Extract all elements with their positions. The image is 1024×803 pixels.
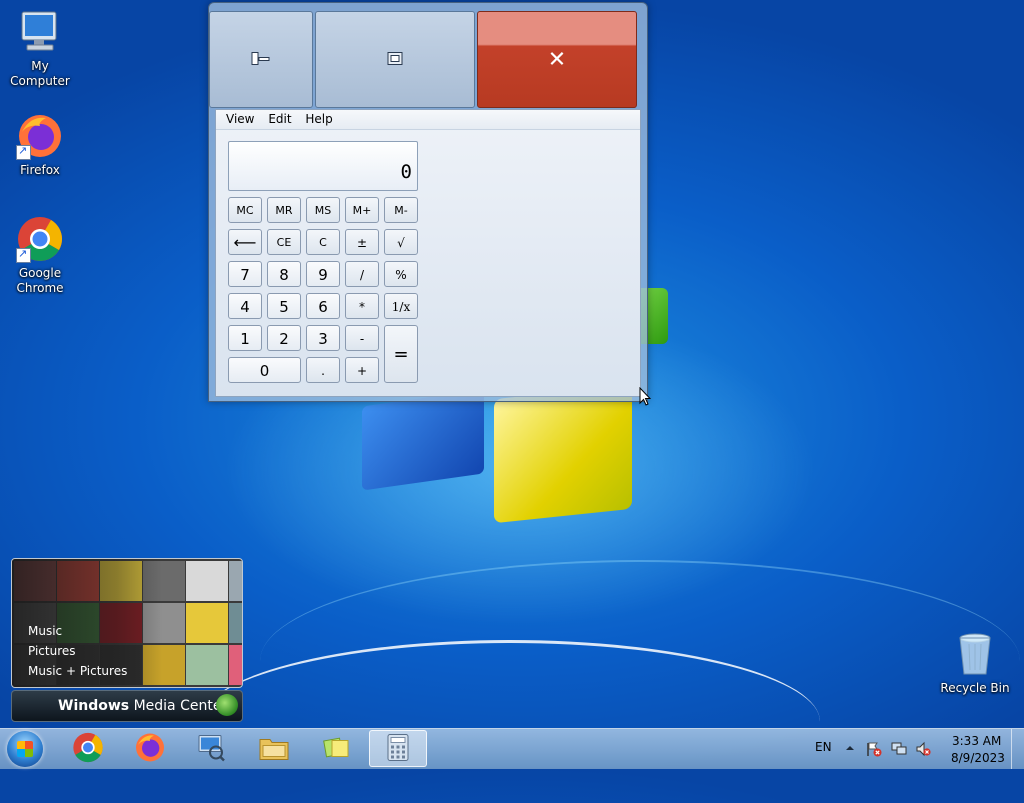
show-desktop-button[interactable]	[1011, 729, 1024, 769]
desktop-icon-my-computer[interactable]: My Computer	[0, 8, 80, 89]
mc-button[interactable]: MC	[228, 197, 262, 223]
show-hidden-icons-icon[interactable]	[845, 742, 855, 752]
media-tile	[229, 645, 242, 685]
media-tile	[186, 603, 228, 643]
close-icon: ✕	[547, 47, 567, 72]
media-menu-music-pictures[interactable]: Music + Pictures	[28, 661, 127, 681]
digit-5-button[interactable]: 5	[267, 293, 301, 319]
taskbar-chrome[interactable]	[59, 730, 117, 767]
chrome-icon	[72, 731, 104, 766]
clock-date[interactable]: 8/9/2023	[951, 751, 1005, 765]
chrome-icon	[16, 215, 64, 263]
start-button[interactable]	[7, 731, 43, 767]
firefox-icon	[16, 112, 64, 160]
menu-help[interactable]: Help	[301, 110, 336, 128]
add-button[interactable]: +	[345, 357, 379, 383]
digit-3-button[interactable]: 3	[306, 325, 340, 351]
desktop-icon-label: Firefox	[20, 163, 60, 177]
desktop-icon-label: Recycle Bin	[940, 681, 1010, 695]
media-center-gadget[interactable]: Music Pictures Music + Pictures	[11, 558, 243, 688]
square-root-button[interactable]: √	[384, 229, 418, 255]
desktop-icon-label: Google Chrome	[16, 266, 64, 295]
shortcut-arrow-icon	[16, 143, 31, 160]
media-center-title-rest: Media Center	[129, 698, 228, 714]
taskbar-network-monitor[interactable]	[182, 730, 240, 767]
taskbar-calculator[interactable]	[369, 730, 427, 767]
media-center-logo-icon[interactable]	[216, 694, 238, 716]
calculator-display: 0	[228, 141, 418, 191]
taskbar-explorer[interactable]	[245, 730, 303, 767]
media-tile	[229, 603, 242, 643]
ce-button[interactable]: CE	[267, 229, 301, 255]
media-menu-pictures[interactable]: Pictures	[28, 641, 127, 661]
maximize-button[interactable]	[315, 11, 475, 108]
media-center-title-bar[interactable]: Windows Media Center	[11, 690, 243, 722]
multiply-button[interactable]: *	[345, 293, 379, 319]
decimal-button[interactable]: .	[306, 357, 340, 383]
subtract-button[interactable]: -	[345, 325, 379, 351]
calculator-window[interactable]: ✕ View Edit Help 0 MC MR MS M+ M- ⟵ CE C…	[208, 2, 648, 402]
media-center-menu: Music Pictures Music + Pictures	[28, 621, 127, 681]
digit-1-button[interactable]: 1	[228, 325, 262, 351]
taskbar-sticky-notes[interactable]	[307, 730, 365, 767]
sticky-notes-icon	[321, 733, 351, 764]
menu-view[interactable]: View	[222, 110, 258, 128]
taskbar-firefox[interactable]	[121, 730, 179, 767]
volume-muted-icon[interactable]	[915, 741, 931, 757]
language-indicator[interactable]: EN	[815, 740, 832, 754]
folder-icon	[258, 733, 290, 764]
digit-7-button[interactable]: 7	[228, 261, 262, 287]
digit-0-button[interactable]: 0	[228, 357, 301, 383]
minimize-icon	[251, 51, 271, 68]
digit-6-button[interactable]: 6	[306, 293, 340, 319]
display-value: 0	[400, 161, 412, 183]
media-tile	[186, 645, 228, 685]
digit-9-button[interactable]: 9	[306, 261, 340, 287]
network-icon[interactable]	[891, 741, 907, 757]
firefox-icon	[134, 731, 166, 766]
action-center-flag-icon[interactable]	[866, 741, 882, 757]
plus-minus-button[interactable]: ±	[345, 229, 379, 255]
reciprocal-button[interactable]: 1/x	[384, 293, 418, 319]
shortcut-arrow-icon	[16, 246, 31, 263]
desktop-icon-recycle-bin[interactable]: Recycle Bin	[935, 630, 1015, 696]
digit-2-button[interactable]: 2	[267, 325, 301, 351]
media-menu-music[interactable]: Music	[28, 621, 127, 641]
taskbar: EN 3:33 AM 8/9/2023	[0, 728, 1024, 769]
minimize-button[interactable]	[209, 11, 313, 108]
m-minus-button[interactable]: M-	[384, 197, 418, 223]
backspace-button[interactable]: ⟵	[228, 229, 262, 255]
calculator-client-area: View Edit Help 0 MC MR MS M+ M- ⟵ CE C ±…	[215, 109, 641, 397]
equals-button[interactable]: =	[384, 325, 418, 383]
close-button[interactable]: ✕	[477, 11, 637, 108]
maximize-icon	[387, 51, 403, 68]
media-center-title: Windows Media Center	[58, 698, 227, 714]
calculator-icon	[386, 733, 410, 764]
desktop-icon-firefox[interactable]: Firefox	[0, 112, 80, 178]
monitor-icon	[196, 732, 226, 765]
wallpaper-swoosh	[200, 640, 820, 803]
clock-time[interactable]: 3:33 AM	[952, 734, 1001, 748]
percent-button[interactable]: %	[384, 261, 418, 287]
media-center-title-bold: Windows	[58, 698, 130, 714]
computer-icon	[16, 8, 64, 56]
ms-button[interactable]: MS	[306, 197, 340, 223]
media-tile	[229, 561, 242, 601]
wallpaper-flag-yellow	[494, 384, 632, 524]
desktop-icon-google-chrome[interactable]: Google Chrome	[0, 215, 80, 296]
desktop-icon-label: My Computer	[10, 59, 70, 88]
digit-4-button[interactable]: 4	[228, 293, 262, 319]
m-plus-button[interactable]: M+	[345, 197, 379, 223]
mr-button[interactable]: MR	[267, 197, 301, 223]
recycle-bin-icon	[951, 630, 999, 678]
media-tile	[186, 561, 228, 601]
c-button[interactable]: C	[306, 229, 340, 255]
menu-edit[interactable]: Edit	[264, 110, 295, 128]
divide-button[interactable]: /	[345, 261, 379, 287]
menu-bar: View Edit Help	[216, 110, 640, 130]
digit-8-button[interactable]: 8	[267, 261, 301, 287]
wallpaper-flag-blue	[362, 389, 484, 491]
